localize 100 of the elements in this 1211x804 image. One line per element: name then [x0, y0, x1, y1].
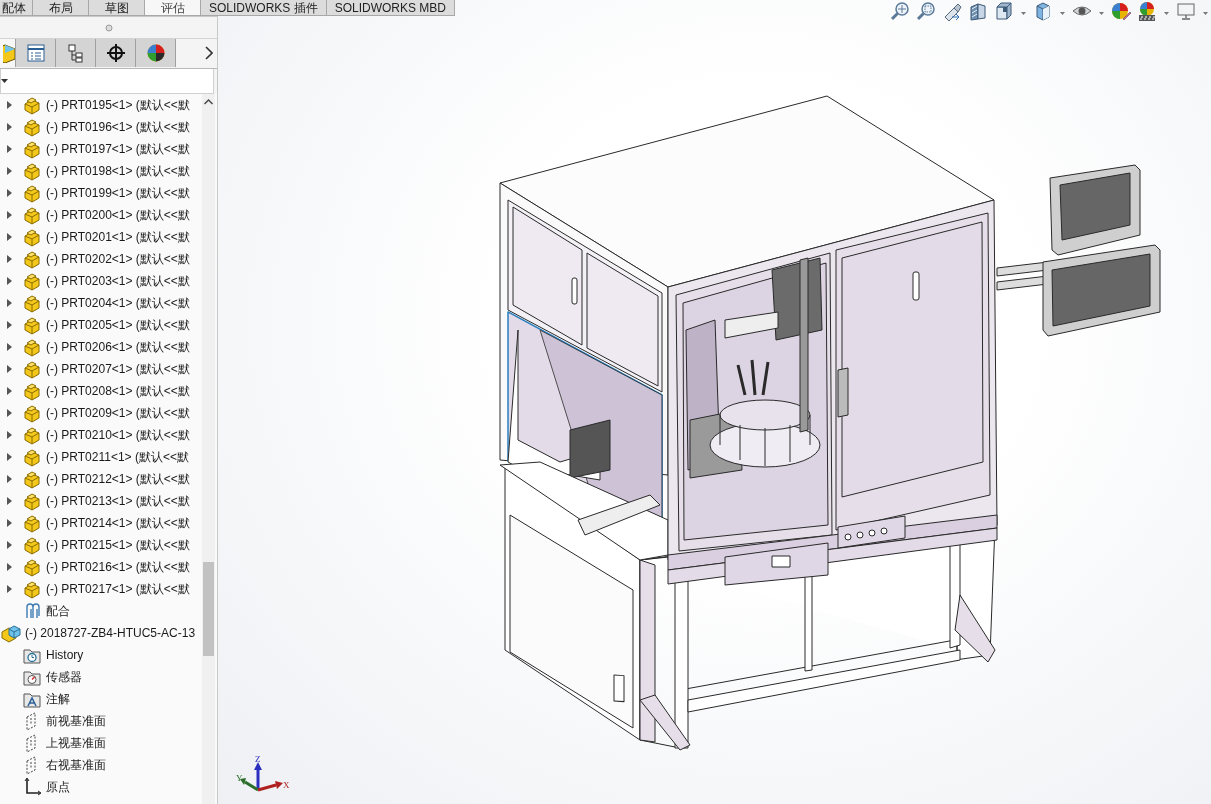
collapsed-arrow-icon[interactable]: [5, 299, 13, 307]
collapsed-arrow-icon[interactable]: [5, 277, 13, 285]
part-icon: [22, 359, 42, 379]
command-tab[interactable]: 评估: [145, 0, 201, 16]
collapsed-arrow-icon[interactable]: [5, 431, 13, 439]
tree-item-label[interactable]: 注解: [46, 690, 70, 708]
part-icon: [22, 95, 42, 115]
color-ball-icon: [145, 43, 166, 63]
tree-item-label[interactable]: 配合: [46, 602, 70, 620]
axis-label: Z: [255, 754, 261, 764]
tree-item-label[interactable]: (-) PRT0196<1> (默认<<默: [46, 118, 190, 136]
part-icon: [22, 535, 42, 555]
collapsed-arrow-icon[interactable]: [5, 233, 13, 241]
tree-item-label[interactable]: (-) 2018727-ZB4-HTUC5-AC-13: [25, 626, 196, 640]
configuration-tab[interactable]: [56, 39, 96, 67]
tree-item-label[interactable]: (-) PRT0217<1> (默认<<默: [46, 580, 190, 598]
part-icon: [22, 183, 42, 203]
collapsed-arrow-icon[interactable]: [5, 387, 13, 395]
part-icon: [22, 315, 42, 335]
property-tab[interactable]: [16, 39, 56, 67]
collapsed-arrow-icon[interactable]: [5, 365, 13, 373]
tree-item-label[interactable]: (-) PRT0195<1> (默认<<默: [46, 96, 190, 114]
color-ball-scene-icon[interactable]: [1137, 1, 1157, 21]
tree-item-label[interactable]: (-) PRT0200<1> (默认<<默: [46, 206, 190, 224]
tree-item-label[interactable]: 前视基准面: [46, 712, 106, 730]
tree-item-label[interactable]: (-) PRT0201<1> (默认<<默: [46, 228, 190, 246]
command-tab[interactable]: 草图: [89, 0, 145, 16]
chevron-right-icon[interactable]: [205, 46, 213, 60]
axis-label: Y: [236, 773, 243, 783]
collapsed-arrow-icon[interactable]: [5, 167, 13, 175]
part-icon: [22, 337, 42, 357]
section-view-icon[interactable]: [968, 1, 988, 21]
collapsed-arrow-icon[interactable]: [5, 497, 13, 505]
tree-item-label[interactable]: (-) PRT0214<1> (默认<<默: [46, 514, 190, 532]
tree-item-label[interactable]: 上视基准面: [46, 734, 106, 752]
view-orientation-cube-icon[interactable]: [994, 1, 1014, 21]
shaded-cube-icon[interactable]: [1033, 1, 1053, 21]
flashlight-icon[interactable]: [942, 1, 962, 21]
part-icon: [22, 381, 42, 401]
tree-item-label[interactable]: (-) PRT0211<1> (默认<<默: [46, 448, 189, 466]
collapsed-arrow-icon[interactable]: [5, 563, 13, 571]
collapsed-arrow-icon[interactable]: [5, 409, 13, 417]
part-icon: [22, 205, 42, 225]
tree-item-label[interactable]: (-) PRT0204<1> (默认<<默: [46, 294, 190, 312]
tree-item-label[interactable]: 传感器: [46, 668, 82, 686]
command-tab[interactable]: 布局: [33, 0, 89, 16]
tree-item-label[interactable]: (-) PRT0207<1> (默认<<默: [46, 360, 190, 378]
collapsed-arrow-icon[interactable]: [5, 123, 13, 131]
zoom-area-icon[interactable]: [916, 1, 936, 21]
filter-caret-icon[interactable]: [1, 78, 9, 84]
monitor-icon[interactable]: [1176, 1, 1196, 21]
axis-label: X: [283, 780, 290, 790]
tree-item-label[interactable]: 右视基准面: [46, 756, 106, 774]
tree-item-label[interactable]: (-) PRT0215<1> (默认<<默: [46, 536, 190, 554]
tree-item-label[interactable]: 原点: [46, 778, 70, 796]
part-icon: [22, 117, 42, 137]
command-tab[interactable]: SOLIDWORKS MBD: [326, 0, 456, 16]
collapsed-arrow-icon[interactable]: [5, 255, 13, 263]
grip-handle-icon[interactable]: [104, 23, 113, 32]
part-icon: [22, 425, 42, 445]
collapsed-arrow-icon[interactable]: [5, 453, 13, 461]
part-icon: [22, 249, 42, 269]
feature-tree-tab[interactable]: [0, 39, 16, 67]
dimxpert-tab[interactable]: [96, 39, 136, 67]
command-tab[interactable]: 配体: [0, 0, 33, 16]
property-list-icon: [25, 43, 46, 63]
collapsed-arrow-icon[interactable]: [5, 475, 13, 483]
zoom-to-fit-icon[interactable]: [890, 1, 910, 21]
axis-triad-icon: [240, 762, 283, 792]
scroll-up-icon[interactable]: [204, 99, 213, 105]
tree-item-label[interactable]: (-) PRT0205<1> (默认<<默: [46, 316, 190, 334]
collapsed-arrow-icon[interactable]: [5, 343, 13, 351]
tree-item-label[interactable]: History: [46, 648, 84, 662]
tree-item-label[interactable]: (-) PRT0197<1> (默认<<默: [46, 140, 190, 158]
display-tab[interactable]: [136, 39, 176, 67]
tree-item-label[interactable]: (-) PRT0212<1> (默认<<默: [46, 470, 190, 488]
tree-item-label[interactable]: (-) PRT0210<1> (默认<<默: [46, 426, 190, 444]
collapsed-arrow-icon[interactable]: [5, 585, 13, 593]
tree-item-label[interactable]: (-) PRT0203<1> (默认<<默: [46, 272, 190, 290]
command-tab[interactable]: SOLIDWORKS 插件: [201, 0, 327, 16]
collapsed-arrow-icon[interactable]: [5, 321, 13, 329]
collapsed-arrow-icon[interactable]: [5, 101, 13, 109]
collapsed-arrow-icon[interactable]: [5, 541, 13, 549]
tree-item-label[interactable]: (-) PRT0202<1> (默认<<默: [46, 250, 190, 268]
scrollbar-thumb[interactable]: [203, 562, 214, 656]
part-icon: [22, 139, 42, 159]
tree-item-label[interactable]: (-) PRT0198<1> (默认<<默: [46, 162, 190, 180]
tree-item-label[interactable]: (-) PRT0206<1> (默认<<默: [46, 338, 190, 356]
collapsed-arrow-icon[interactable]: [5, 189, 13, 197]
part-icon: [22, 161, 42, 181]
collapsed-arrow-icon[interactable]: [5, 145, 13, 153]
collapsed-arrow-icon[interactable]: [5, 519, 13, 527]
tree-item-label[interactable]: (-) PRT0208<1> (默认<<默: [46, 382, 190, 400]
color-ball-pencil-icon[interactable]: [1111, 1, 1131, 21]
tree-item-label[interactable]: (-) PRT0199<1> (默认<<默: [46, 184, 190, 202]
part-icon: [22, 227, 42, 247]
tree-item-label[interactable]: (-) PRT0209<1> (默认<<默: [46, 404, 190, 422]
tree-item-label[interactable]: (-) PRT0216<1> (默认<<默: [46, 558, 190, 576]
tree-item-label[interactable]: (-) PRT0213<1> (默认<<默: [46, 492, 190, 510]
collapsed-arrow-icon[interactable]: [5, 211, 13, 219]
